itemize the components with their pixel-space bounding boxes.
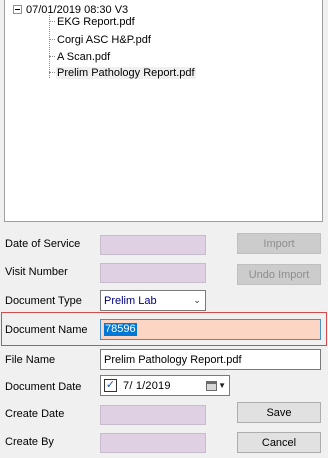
- date-of-service-field: [100, 235, 206, 255]
- dropdown-arrow-icon: ▼: [218, 381, 226, 390]
- create-date-field: [100, 405, 206, 425]
- tree-item-label[interactable]: Prelim Pathology Report.pdf: [56, 66, 196, 79]
- file-name-input[interactable]: Prelim Pathology Report.pdf: [100, 349, 321, 370]
- tree-branch-line: [49, 72, 55, 73]
- calendar-dropdown-button[interactable]: ▼: [206, 380, 226, 391]
- visit-number-label: Visit Number: [5, 266, 68, 278]
- collapse-icon[interactable]: [13, 5, 22, 14]
- cancel-button[interactable]: Cancel: [237, 432, 321, 453]
- visit-number-field: [100, 263, 206, 283]
- file-name-label: File Name: [5, 354, 56, 366]
- tree-item-label[interactable]: EKG Report.pdf: [56, 16, 136, 28]
- undo-import-button[interactable]: Undo Import: [237, 264, 321, 285]
- create-date-label: Create Date: [5, 408, 65, 420]
- tree-branch-line: [49, 56, 55, 57]
- document-tree[interactable]: 07/01/2019 08:30 V3 EKG Report.pdf Corgi…: [4, 0, 323, 222]
- tree-item-label[interactable]: A Scan.pdf: [56, 51, 111, 63]
- document-date-value[interactable]: 7/ 1/2019: [123, 380, 206, 392]
- tree-branch-line: [49, 39, 55, 40]
- import-button[interactable]: Import: [237, 233, 321, 254]
- tree-branch-line: [49, 21, 55, 22]
- tree-item-ekg-report[interactable]: EKG Report.pdf: [49, 14, 136, 29]
- tree-item-label[interactable]: Corgi ASC H&P.pdf: [56, 34, 152, 46]
- document-date-picker[interactable]: ✓ 7/ 1/2019 ▼: [100, 375, 230, 396]
- document-name-input[interactable]: 78596: [100, 319, 321, 340]
- calendar-icon: [206, 380, 218, 391]
- create-by-field: [100, 433, 206, 453]
- document-type-label: Document Type: [5, 295, 82, 307]
- tree-item-prelim-pathology[interactable]: Prelim Pathology Report.pdf: [49, 65, 196, 80]
- tree-item-corgi-asc[interactable]: Corgi ASC H&P.pdf: [49, 32, 152, 47]
- create-by-label: Create By: [5, 436, 54, 448]
- tree-item-a-scan[interactable]: A Scan.pdf: [49, 49, 111, 64]
- file-name-value: Prelim Pathology Report.pdf: [104, 353, 242, 366]
- document-date-label: Document Date: [5, 381, 82, 393]
- chevron-down-icon[interactable]: ⌄: [189, 295, 205, 306]
- save-button[interactable]: Save: [237, 402, 321, 423]
- date-of-service-label: Date of Service: [5, 238, 81, 250]
- document-name-value: 78596: [104, 323, 137, 336]
- document-date-checkbox[interactable]: ✓: [104, 379, 117, 392]
- document-type-value: Prelim Lab: [104, 294, 157, 307]
- document-type-select[interactable]: Prelim Lab ⌄: [100, 290, 206, 311]
- document-name-label: Document Name: [5, 324, 88, 336]
